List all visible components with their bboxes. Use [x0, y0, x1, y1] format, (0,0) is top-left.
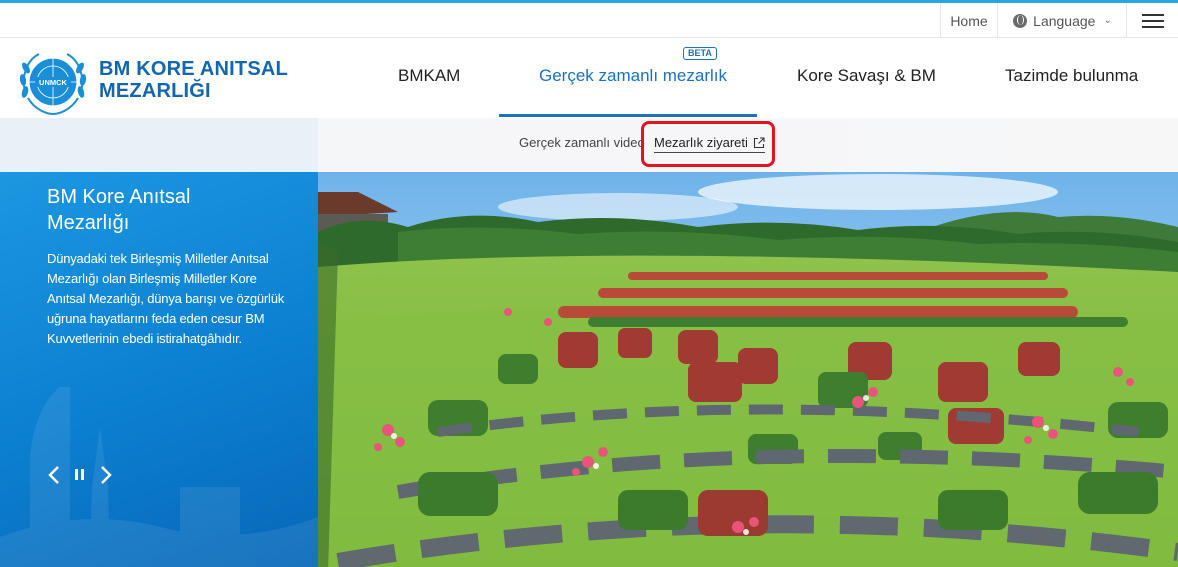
- subbar-left-panel: [0, 118, 318, 172]
- brand-line-1: BM KORE ANITSAL: [99, 58, 288, 80]
- menu-icon: [1141, 13, 1164, 28]
- hero-description: Dünyadaki tek Birleşmiş Milletler Anıtsa…: [47, 251, 285, 346]
- nav-bmkam[interactable]: BMKAM: [398, 66, 460, 86]
- nav-real-time-cemetery[interactable]: Gerçek zamanlı mezarlık: [539, 66, 727, 86]
- highlight-box: [641, 121, 775, 167]
- site-brand[interactable]: BM KORE ANITSAL MEZARLIĞI: [99, 58, 288, 102]
- cemetery-photo: [318, 172, 1178, 567]
- utility-bar: Home Language ⌄: [0, 3, 1178, 38]
- unmck-logo[interactable]: UNMCK: [17, 46, 89, 118]
- menu-button[interactable]: [1126, 3, 1178, 38]
- beta-badge: BETA: [683, 47, 717, 60]
- subnav-real-time-video[interactable]: Gerçek zamanlı video: [519, 135, 645, 150]
- language-label: Language: [1033, 12, 1096, 29]
- hero-title-line-2: Mezarlığı: [47, 212, 130, 234]
- sub-navigation: Gerçek zamanlı video Mezarlık ziyareti: [0, 118, 1178, 172]
- chevron-down-icon: ⌄: [1103, 15, 1112, 26]
- nav-korean-war-un[interactable]: Kore Savaşı & BM: [797, 66, 936, 86]
- home-link[interactable]: Home: [940, 3, 997, 38]
- prev-icon[interactable]: [47, 465, 61, 485]
- hero-info-panel: BM Kore Anıtsal Mezarlığı Dünyadaki tek …: [0, 172, 318, 567]
- next-icon[interactable]: [99, 465, 113, 485]
- language-selector[interactable]: Language ⌄: [997, 3, 1127, 38]
- nav-tribute[interactable]: Tazimde bulunma: [1005, 66, 1138, 86]
- pause-icon[interactable]: [75, 469, 84, 480]
- svg-text:UNMCK: UNMCK: [39, 78, 67, 87]
- hero-title-line-1: BM Kore Anıtsal: [47, 186, 191, 208]
- active-nav-underline: [499, 114, 757, 117]
- brand-line-2: MEZARLIĞI: [99, 80, 211, 102]
- globe-icon: [1013, 13, 1028, 28]
- hero-title: BM Kore Anıtsal Mezarlığı: [47, 184, 190, 236]
- site-header: UNMCK BM KORE ANITSAL MEZARLIĞI BMKAM BE…: [0, 38, 1178, 118]
